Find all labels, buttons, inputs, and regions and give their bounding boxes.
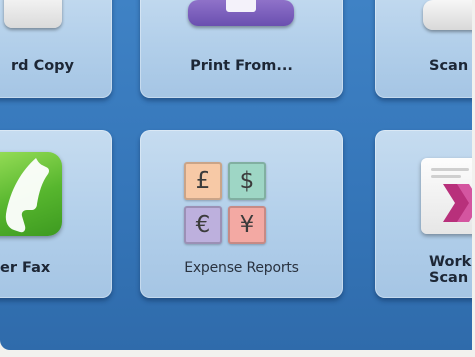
- tile-workflow-scan-label-line1: Work: [429, 254, 472, 270]
- workflow-icon: [421, 158, 472, 234]
- tile-print-from[interactable]: Print From...: [140, 0, 343, 98]
- tile-scan-label: Scan: [429, 58, 469, 74]
- tile-expense-reports[interactable]: £ $ € ¥ Expense Reports: [140, 130, 343, 298]
- currency-icon: £ $ € ¥: [184, 162, 268, 246]
- phone-fax-icon: [0, 152, 62, 236]
- tile-expense-reports-label: Expense Reports: [184, 260, 299, 276]
- tile-workflow-scan-label: Work Scan: [429, 254, 471, 286]
- tile-fax[interactable]: er Fax: [0, 130, 112, 298]
- dollar-icon: $: [228, 162, 266, 200]
- tile-workflow-scan[interactable]: Work Scan: [375, 130, 472, 298]
- app-screen: rd Copy Print From... Scan er Fax £ $ € …: [0, 0, 472, 350]
- pound-icon: £: [184, 162, 222, 200]
- copy-icon: [4, 0, 62, 28]
- tile-copy-label: rd Copy: [10, 58, 74, 74]
- print-icon: [188, 0, 294, 26]
- euro-icon: €: [184, 206, 222, 244]
- scan-icon: [423, 0, 472, 30]
- yen-icon: ¥: [228, 206, 266, 244]
- tile-fax-label: er Fax: [0, 260, 51, 276]
- tile-print-from-label: Print From...: [190, 58, 293, 74]
- tile-scan[interactable]: Scan: [375, 0, 472, 98]
- tile-workflow-scan-label-line2: Scan: [429, 270, 469, 286]
- tile-copy[interactable]: rd Copy: [0, 0, 112, 98]
